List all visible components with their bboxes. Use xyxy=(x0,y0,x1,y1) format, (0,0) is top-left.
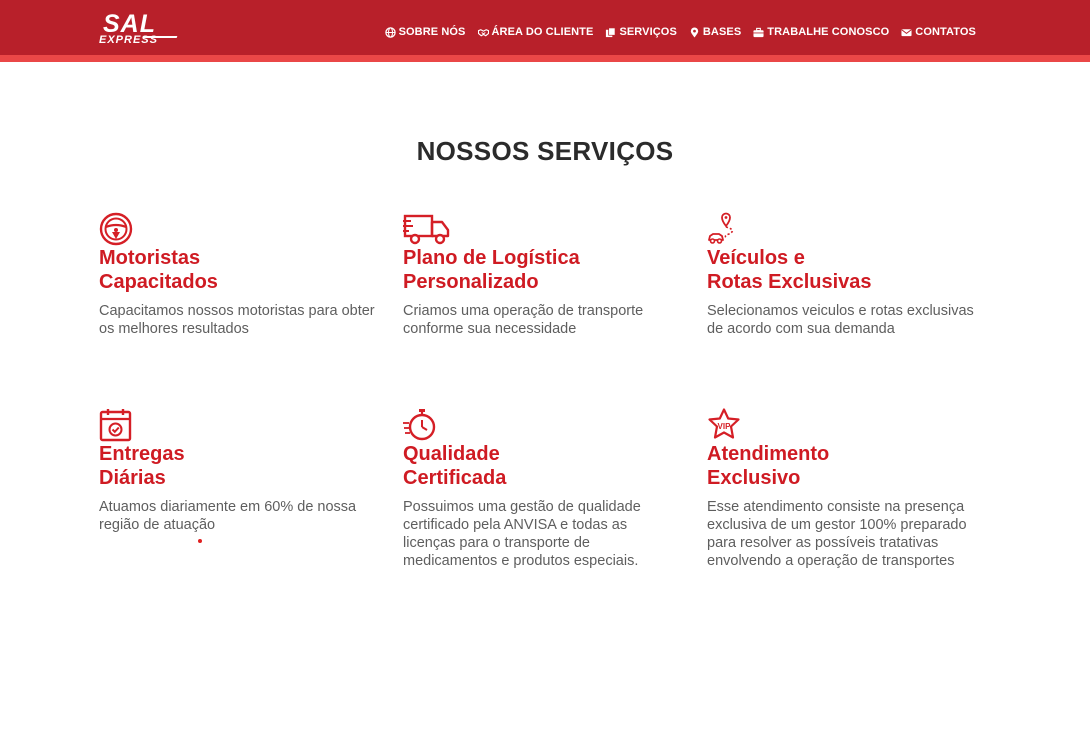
sal-express-logo[interactable]: SAL EXPRESS xyxy=(99,10,181,48)
service-title: Qualidade Certificada xyxy=(403,442,683,490)
nav-item-sobre-nos[interactable]: SOBRE NÓS xyxy=(384,26,466,38)
service-description: Atuamos diariamente em 60% de nossa regi… xyxy=(99,499,357,533)
service-title-line2: Exclusivo xyxy=(707,467,801,489)
service-description: Esse atendimento consiste na presença ex… xyxy=(707,499,967,569)
service-title-line1: Plano de Logística xyxy=(403,247,580,269)
route-car-icon xyxy=(708,212,734,244)
service-title: Veículos e Rotas Exclusivas xyxy=(707,246,987,294)
nav-label: ÁREA DO CLIENTE xyxy=(491,26,594,38)
nav-item-trabalhe-conosco[interactable]: TRABALHE CONOSCO xyxy=(753,26,889,38)
service-title: Entregas Diárias xyxy=(99,442,379,490)
section-title: NOSSOS SERVIÇOS xyxy=(416,136,674,166)
nav-item-contatos[interactable]: CONTATOS xyxy=(901,26,976,38)
service-title-line2: Certificada xyxy=(403,467,507,489)
service-card-atendimento: VIP Atendimento Exclusivo Esse atendimen… xyxy=(707,408,987,570)
nav-label: TRABALHE CONOSCO xyxy=(767,26,890,38)
service-title: Atendimento Exclusivo xyxy=(707,442,987,490)
briefcase-icon xyxy=(753,27,764,37)
map-marker-icon xyxy=(690,26,699,38)
nav-item-servicos[interactable]: SERVIÇOS xyxy=(605,26,677,38)
copy-icon xyxy=(606,27,616,37)
globe-icon xyxy=(384,26,396,38)
service-title-line2: Capacitados xyxy=(99,271,218,293)
nav-label: SERVIÇOS xyxy=(619,26,677,38)
service-title-line1: Atendimento xyxy=(707,443,830,465)
handshake-icon xyxy=(477,28,489,36)
service-description: Capacitamos nossos motoristas para obter… xyxy=(99,303,375,337)
envelope-icon xyxy=(901,28,912,36)
service-card-qualidade: Qualidade Certificada Possuimos uma gest… xyxy=(403,408,683,570)
service-title-line2: Rotas Exclusivas xyxy=(707,271,872,293)
service-title: Motoristas Capacitados xyxy=(99,246,379,294)
site-header: SAL EXPRESS SOBRE NÓS ÁREA DO CLIENTE SE… xyxy=(0,0,1090,55)
svg-text:VIP: VIP xyxy=(718,422,732,431)
service-title-line1: Veículos e xyxy=(707,247,805,269)
service-title-line1: Qualidade xyxy=(403,443,500,465)
service-description: Selecionamos veiculos e rotas exclusivas… xyxy=(707,303,974,337)
service-card-veiculos-rotas: Veículos e Rotas Exclusivas Selecionamos… xyxy=(707,212,987,338)
service-title-line1: Entregas xyxy=(99,443,185,465)
service-title: Plano de Logística Personalizado xyxy=(403,246,683,294)
delivery-truck-icon xyxy=(403,214,450,245)
stopwatch-icon xyxy=(403,409,436,441)
nav-item-area-do-cliente[interactable]: ÁREA DO CLIENTE xyxy=(477,26,594,38)
logo-speed-line xyxy=(142,36,178,38)
header-accent-stripe xyxy=(0,55,1090,62)
nav-item-bases[interactable]: BASES xyxy=(689,26,741,38)
nav-label: CONTATOS xyxy=(915,26,976,38)
service-card-entregas-diarias: Entregas Diárias Atuamos diariamente em … xyxy=(99,408,379,534)
calendar-check-icon xyxy=(99,409,132,442)
service-card-motoristas: Motoristas Capacitados Capacitamos nosso… xyxy=(99,212,379,338)
service-description: Possuimos uma gestão de qualidade certif… xyxy=(403,499,641,569)
service-title-line1: Motoristas xyxy=(99,247,201,269)
service-description: Criamos uma operação de transporte confo… xyxy=(403,303,644,337)
service-title-line2: Personalizado xyxy=(403,271,539,293)
nav-label: SOBRE NÓS xyxy=(398,26,466,38)
service-title-line2: Diárias xyxy=(99,467,166,489)
service-card-plano-logistica: Plano de Logística Personalizado Criamos… xyxy=(403,212,683,338)
steering-wheel-icon xyxy=(99,212,133,246)
main-nav: SOBRE NÓS ÁREA DO CLIENTE SERVIÇOS BASES… xyxy=(384,24,976,40)
decorative-dot xyxy=(198,539,202,543)
vip-star-icon: VIP xyxy=(708,408,740,439)
nav-label: BASES xyxy=(702,26,742,38)
